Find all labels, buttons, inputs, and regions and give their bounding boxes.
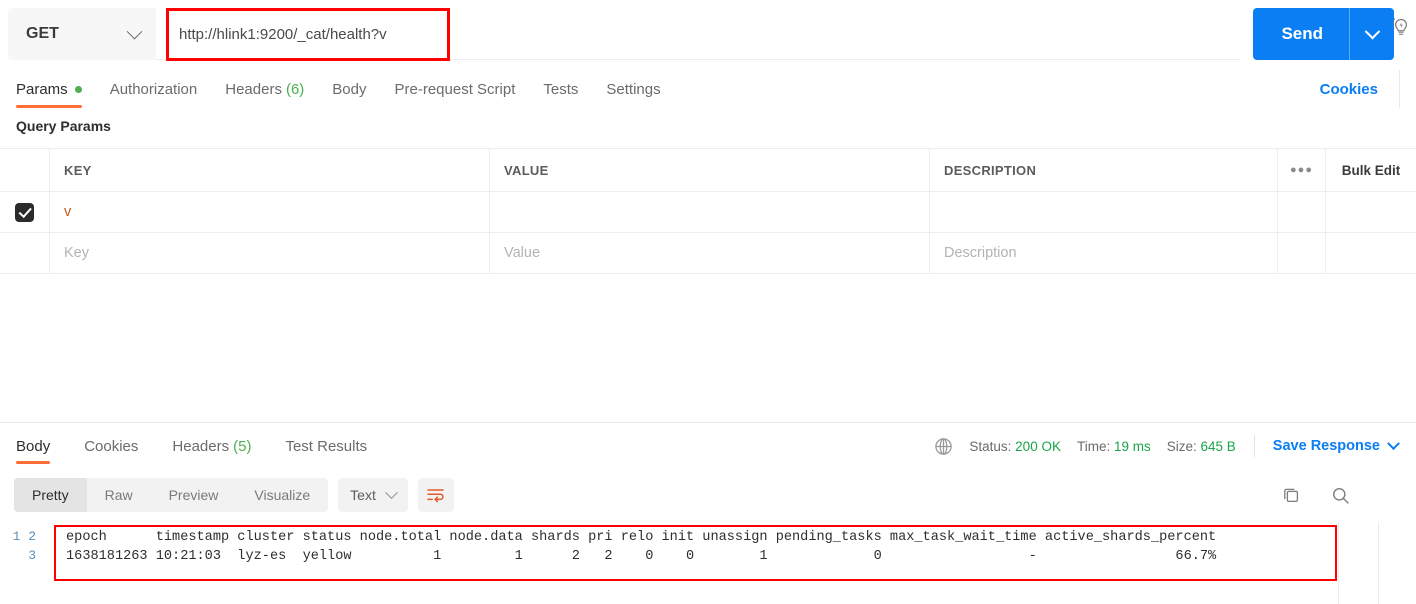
tab-tests-label: Tests bbox=[543, 80, 579, 98]
status-divider bbox=[1253, 435, 1255, 457]
tab-params-label: Params bbox=[16, 80, 68, 98]
tab-authorization-label: Authorization bbox=[109, 80, 198, 98]
params-active-dot-icon bbox=[74, 85, 82, 93]
status-value: 200 OK bbox=[1015, 438, 1061, 454]
response-tab-body-label: Body bbox=[16, 437, 51, 455]
tab-tests[interactable]: Tests bbox=[543, 68, 578, 110]
view-mode-group: Pretty Raw Preview Visualize bbox=[14, 478, 329, 512]
chevron-down-icon bbox=[126, 23, 143, 39]
tab-params[interactable]: Params bbox=[16, 68, 82, 110]
response-tab-headers-label: Headers bbox=[172, 437, 230, 455]
new-row-key-input[interactable]: Key bbox=[64, 245, 89, 261]
response-tab-cookies[interactable]: Cookies bbox=[84, 424, 138, 468]
body-toolbar-icons bbox=[1282, 486, 1402, 505]
chevron-down-icon bbox=[1387, 436, 1400, 450]
line-number-gutter: 1 2 3 bbox=[0, 522, 46, 604]
send-button[interactable]: Send bbox=[1253, 8, 1349, 60]
bulk-edit-button[interactable]: Bulk Edit bbox=[1342, 163, 1401, 178]
save-response-label: Save Response bbox=[1272, 438, 1380, 454]
save-response-button[interactable]: Save Response bbox=[1272, 436, 1400, 454]
response-tab-headers-count: (5) bbox=[233, 437, 252, 455]
column-header-key: KEY bbox=[64, 162, 92, 178]
tab-body-label: Body bbox=[332, 80, 367, 98]
response-separator bbox=[0, 422, 1416, 423]
toolbar-divider bbox=[1399, 70, 1400, 108]
globe-icon[interactable] bbox=[934, 437, 953, 456]
lightbulb-idea-icon[interactable] bbox=[1390, 14, 1412, 40]
time-value: 19 ms bbox=[1113, 438, 1151, 454]
row-end-cell bbox=[1326, 233, 1416, 273]
header-checkbox-cell bbox=[0, 149, 50, 191]
response-tab-body[interactable]: Body bbox=[16, 424, 51, 468]
response-tab-bar: Body Cookies Headers (5) Test Results St… bbox=[0, 424, 1416, 468]
line-numbers: 1 2 3 bbox=[12, 529, 36, 563]
response-tab-headers[interactable]: Headers (5) bbox=[172, 424, 251, 468]
tab-pre-request-script-label: Pre-request Script bbox=[394, 80, 516, 98]
table-row[interactable]: v bbox=[0, 192, 1416, 233]
tab-body[interactable]: Body bbox=[332, 68, 366, 110]
row-key-input[interactable]: v bbox=[64, 204, 71, 220]
query-params-title: Query Params bbox=[16, 118, 111, 134]
table-header-row: KEY VALUE DESCRIPTION ●●● Bulk Edit bbox=[0, 149, 1416, 192]
response-body-text[interactable]: epoch timestamp cluster status node.tota… bbox=[66, 528, 1216, 566]
chevron-down-icon bbox=[384, 485, 398, 499]
view-mode-visualize[interactable]: Visualize bbox=[236, 478, 328, 512]
view-mode-preview[interactable]: Preview bbox=[151, 478, 237, 512]
url-input-wrapper: http://hlink1:9200/_cat/health?v bbox=[156, 8, 1242, 61]
more-options-icon[interactable]: ●●● bbox=[1290, 164, 1313, 176]
size-label: Size: 645 B bbox=[1167, 439, 1236, 454]
response-tab-test-results-label: Test Results bbox=[285, 437, 368, 455]
size-label-text: Size: bbox=[1166, 438, 1197, 454]
response-format-select[interactable]: Text bbox=[338, 478, 408, 512]
query-params-table: KEY VALUE DESCRIPTION ●●● Bulk Edit v Ke… bbox=[0, 148, 1416, 274]
tab-headers-label: Headers bbox=[225, 80, 282, 98]
request-tab-bar: Params Authorization Headers (6) Body Pr… bbox=[0, 68, 1416, 110]
column-header-value: VALUE bbox=[504, 162, 549, 178]
request-url-bar: GET http://hlink1:9200/_cat/health?v Sen… bbox=[0, 0, 1416, 68]
cookies-link[interactable]: Cookies bbox=[1320, 81, 1400, 98]
new-row-value-input[interactable]: Value bbox=[504, 245, 540, 261]
table-row[interactable]: Key Value Description bbox=[0, 233, 1416, 274]
new-row-description-input[interactable]: Description bbox=[944, 245, 1017, 261]
response-body-toolbar: Pretty Raw Preview Visualize Text bbox=[0, 472, 1416, 518]
response-status-bar: Status: 200 OK Time: 19 ms Size: 645 B S… bbox=[934, 435, 1408, 457]
viewer-divider-1 bbox=[1338, 522, 1339, 604]
time-label-text: Time: bbox=[1076, 438, 1111, 454]
tab-pre-request-script[interactable]: Pre-request Script bbox=[395, 68, 516, 110]
view-mode-pretty[interactable]: Pretty bbox=[14, 478, 87, 512]
copy-icon[interactable] bbox=[1282, 486, 1301, 505]
chevron-down-icon bbox=[1364, 23, 1380, 39]
row-checkbox-checked[interactable] bbox=[15, 202, 34, 222]
row-checkbox-empty[interactable] bbox=[0, 233, 50, 273]
status-label: Status: 200 OK bbox=[969, 439, 1061, 454]
view-mode-raw[interactable]: Raw bbox=[87, 478, 151, 512]
tab-headers-count: (6) bbox=[285, 80, 305, 98]
response-tab-cookies-label: Cookies bbox=[84, 437, 139, 455]
search-icon[interactable] bbox=[1331, 486, 1350, 505]
row-options-cell bbox=[1278, 233, 1326, 273]
time-label: Time: 19 ms bbox=[1077, 439, 1151, 454]
row-options-cell bbox=[1278, 192, 1326, 232]
viewer-divider-2 bbox=[1378, 522, 1379, 604]
send-button-group: Send bbox=[1253, 8, 1394, 60]
row-end-cell bbox=[1326, 192, 1416, 232]
http-method-select[interactable]: GET bbox=[8, 8, 156, 60]
tab-authorization[interactable]: Authorization bbox=[110, 68, 198, 110]
size-value: 645 B bbox=[1200, 438, 1236, 454]
response-tab-test-results[interactable]: Test Results bbox=[285, 424, 367, 468]
tab-headers[interactable]: Headers (6) bbox=[225, 68, 304, 110]
column-header-description: DESCRIPTION bbox=[944, 162, 1037, 178]
send-options-button[interactable] bbox=[1350, 8, 1394, 60]
status-label-text: Status: bbox=[969, 438, 1012, 454]
word-wrap-icon[interactable] bbox=[417, 478, 454, 512]
tab-settings[interactable]: Settings bbox=[606, 68, 660, 110]
url-input[interactable]: http://hlink1:9200/_cat/health?v bbox=[166, 8, 450, 61]
response-format-label: Text bbox=[350, 487, 376, 503]
tab-settings-label: Settings bbox=[606, 80, 661, 98]
http-method-label: GET bbox=[26, 25, 59, 42]
response-body-viewer: 1 2 3 epoch timestamp cluster status nod… bbox=[0, 522, 1416, 604]
